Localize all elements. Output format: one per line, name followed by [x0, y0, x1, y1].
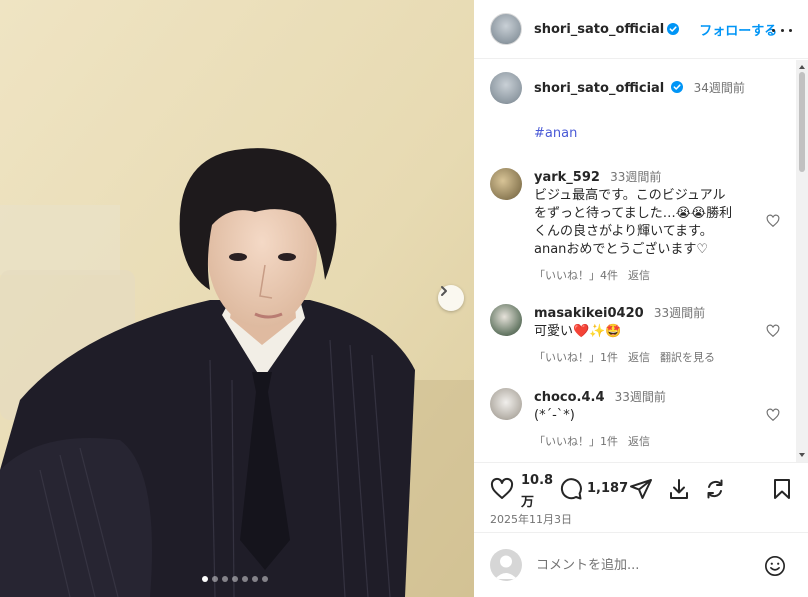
default-avatar-icon	[495, 555, 517, 579]
like-count[interactable]: 10.8	[521, 473, 553, 488]
caption-avatar[interactable]	[490, 72, 522, 104]
reply-button[interactable]: 返信	[628, 349, 650, 365]
instagram-post-modal: shori_sato_official フォローする shori_sato_of…	[0, 0, 808, 597]
comment-count[interactable]: 1,187	[587, 481, 628, 496]
comment-item: masakikei0420 33週間前 可愛い❤️✨🤩 「いいね！」1件 返信 …	[490, 304, 780, 365]
carousel-dot[interactable]	[232, 576, 238, 582]
scroll-down-arrow[interactable]	[799, 453, 805, 457]
commenter-avatar[interactable]	[490, 168, 522, 200]
author-username[interactable]: shori_sato_official	[534, 22, 664, 37]
reply-button[interactable]: 返信	[628, 267, 650, 283]
carousel-dot[interactable]	[222, 576, 228, 582]
commenter-avatar[interactable]	[490, 388, 522, 420]
carousel-dot[interactable]	[252, 576, 258, 582]
chevron-right-icon	[441, 286, 447, 296]
more-options-icon[interactable]	[772, 20, 792, 40]
caption-time[interactable]: 34週間前	[694, 81, 745, 95]
comment-input[interactable]	[536, 557, 756, 573]
comments-list[interactable]: shori_sato_official 34週間前 #anan yark_592…	[474, 60, 808, 462]
comment-text: 可愛い❤️✨🤩	[534, 324, 622, 339]
carousel-dot[interactable]	[242, 576, 248, 582]
bookmark-icon[interactable]	[770, 477, 794, 501]
verified-badge-icon	[667, 23, 680, 35]
translate-button[interactable]: 翻訳を見る	[660, 349, 715, 365]
comment-text: ビジュ最高です。このビジュアル をずっと待ってました…😭😭勝利 くんの良さがより…	[534, 188, 733, 257]
reply-button[interactable]: 返信	[628, 433, 650, 449]
commenter-username[interactable]: masakikei0420	[534, 306, 644, 321]
comment-likes[interactable]: 「いいね！」1件	[534, 433, 618, 449]
comment-heart-icon[interactable]	[766, 214, 780, 228]
download-icon[interactable]	[667, 477, 691, 501]
commenter-avatar[interactable]	[490, 304, 522, 336]
author-avatar[interactable]	[490, 13, 522, 45]
commenter-username[interactable]: choco.4.4	[534, 390, 605, 405]
comment-text: (*´-`*)	[534, 408, 575, 423]
carousel-dot[interactable]	[262, 576, 268, 582]
comment-bubble-icon[interactable]	[559, 477, 583, 501]
caption-username[interactable]: shori_sato_official	[534, 81, 664, 96]
follow-button[interactable]: フォローする	[699, 20, 777, 39]
portrait-illustration	[0, 0, 474, 597]
carousel-indicator	[202, 576, 268, 582]
comments-scrollbar[interactable]	[796, 60, 808, 462]
comment-time[interactable]: 33週間前	[610, 170, 661, 184]
comment-time[interactable]: 33週間前	[615, 390, 666, 404]
scroll-thumb[interactable]	[799, 72, 805, 172]
emoji-icon[interactable]	[764, 555, 786, 577]
comment-time[interactable]: 33週間前	[654, 306, 705, 320]
carousel-dot[interactable]	[212, 576, 218, 582]
like-count-unit[interactable]: 万	[521, 491, 534, 510]
scroll-up-arrow[interactable]	[799, 65, 805, 69]
comment-heart-icon[interactable]	[766, 324, 780, 338]
next-photo-button[interactable]	[438, 285, 464, 311]
caption: shori_sato_official 34週間前	[490, 72, 745, 104]
add-comment-bar	[474, 532, 808, 597]
comment-item: choco.4.4 33週間前 (*´-`*) 「いいね！」1件 返信	[490, 388, 780, 449]
paper-plane-icon[interactable]	[629, 477, 653, 501]
carousel-dot[interactable]	[202, 576, 208, 582]
comment-likes[interactable]: 「いいね！」4件	[534, 267, 618, 283]
verified-badge-icon	[671, 81, 684, 93]
comment-likes[interactable]: 「いいね！」1件	[534, 349, 618, 365]
post-sidebar: shori_sato_official フォローする shori_sato_of…	[474, 0, 808, 597]
post-actions: 10.8 万 1,187 2025年11月3日	[474, 462, 808, 532]
post-date: 2025年11月3日	[490, 513, 572, 526]
caption-hashtag[interactable]: #anan	[534, 126, 577, 141]
post-header: shori_sato_official フォローする	[474, 0, 808, 59]
heart-icon[interactable]	[490, 477, 514, 501]
comment-heart-icon[interactable]	[766, 408, 780, 422]
commenter-username[interactable]: yark_592	[534, 170, 600, 185]
current-user-avatar[interactable]	[490, 549, 522, 581]
comment-item: yark_592 33週間前 ビジュ最高です。このビジュアル をずっと待ってまし…	[490, 168, 780, 283]
remix-icon[interactable]	[703, 477, 727, 501]
post-photo[interactable]	[0, 0, 474, 597]
